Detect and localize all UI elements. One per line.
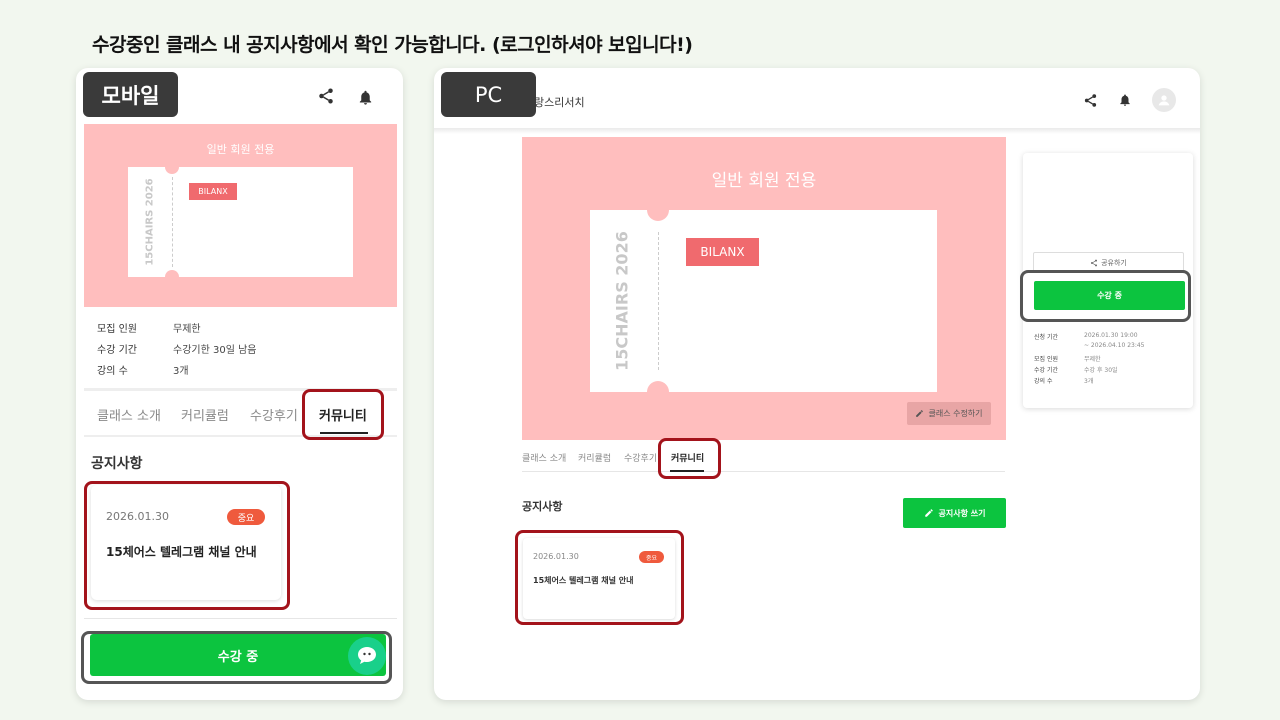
topbar-shadow [434,128,1200,134]
ticket-notch-top [647,199,669,221]
info-value: 수강기한 30일 남음 [173,345,257,356]
site-title: 랑스리서치 [534,96,585,109]
info-value: 2026.01.30 19:00 [1084,332,1138,339]
section-title: 공지사항 [91,456,143,472]
ticket-notch-bottom [165,270,179,284]
info-label: 모집 인원 [97,324,137,335]
info-value: 3개 [173,366,189,377]
info-label: 모집 인원 [1034,356,1058,363]
ticket-vertical-text: 15CHAIRS 2026 [144,178,156,266]
class-banner: 일반 회원 전용 15CHAIRS 2026 BILANX 클래스 수정하기 [522,137,1006,440]
info-label: 수강 기간 [97,345,137,356]
highlight-community-tab [302,389,384,440]
bell-icon[interactable] [355,87,375,107]
tab-class-intro[interactable]: 클래스 소개 [97,405,161,424]
highlight-enroll-button [1020,270,1191,322]
banner-title: 일반 회원 전용 [711,171,817,191]
section-title: 공지사항 [522,500,563,513]
info-label: 강의 수 [1034,378,1053,385]
bell-icon[interactable] [1116,91,1134,109]
tab-divider [522,471,1005,472]
highlight-notice-card [515,530,684,625]
tab-reviews[interactable]: 수강후기 [624,451,657,464]
share-label: 공유하기 [1101,258,1127,267]
info-value: 무제한 [1084,356,1101,363]
pc-label-tag: PC [441,72,536,117]
info-label: 신청 기간 [1034,334,1058,341]
class-banner: 일반 회원 전용 15CHAIRS 2026 BILANX [84,124,397,307]
pencil-icon [924,509,933,517]
edit-class-label: 클래스 수정하기 [928,409,983,418]
pencil-icon [916,410,924,417]
write-notice-label: 공지사항 쓰기 [938,508,986,518]
info-value: 무제한 [173,324,201,335]
tab-curriculum[interactable]: 커리큘럼 [578,451,611,464]
highlight-community-tab [658,438,721,479]
tab-curriculum[interactable]: 커리큘럼 [181,405,229,424]
info-value-end: ~ 2026.04.10 23:45 [1084,342,1145,349]
write-notice-button[interactable]: 공지사항 쓰기 [903,498,1006,528]
ticket-notch-bottom [647,381,669,403]
brand-logo: BILANX [189,183,237,200]
share-icon[interactable] [316,86,336,106]
highlight-enroll-button [81,631,392,684]
info-label: 강의 수 [97,366,128,377]
ticket-divider [172,177,173,267]
mobile-label-tag: 모바일 [83,72,178,117]
ticket-divider [658,232,659,370]
info-value: 3개 [1084,378,1094,385]
edit-class-button[interactable]: 클래스 수정하기 [907,402,991,425]
banner-title: 일반 회원 전용 [206,143,275,156]
ticket-notch-top [165,160,179,174]
ticket-vertical-text: 15CHAIRS 2026 [612,231,632,371]
ticket-card: 15CHAIRS 2026 BILANX [128,160,353,284]
tab-reviews[interactable]: 수강후기 [250,405,298,424]
avatar-icon[interactable] [1152,88,1176,112]
ticket-card: 15CHAIRS 2026 BILANX [590,199,937,403]
tab-class-intro[interactable]: 클래스 소개 [522,451,566,464]
brand-logo: BILANX [686,238,759,266]
info-value: 수강 후 30일 [1084,367,1118,374]
bottom-divider [84,618,397,619]
share-icon[interactable] [1081,91,1099,109]
share-icon [1091,259,1098,266]
info-label: 수강 기간 [1034,367,1058,374]
page-headline: 수강중인 클래스 내 공지사항에서 확인 가능합니다. (로그인하셔야 보입니다… [92,34,693,56]
highlight-notice-card [84,481,290,610]
